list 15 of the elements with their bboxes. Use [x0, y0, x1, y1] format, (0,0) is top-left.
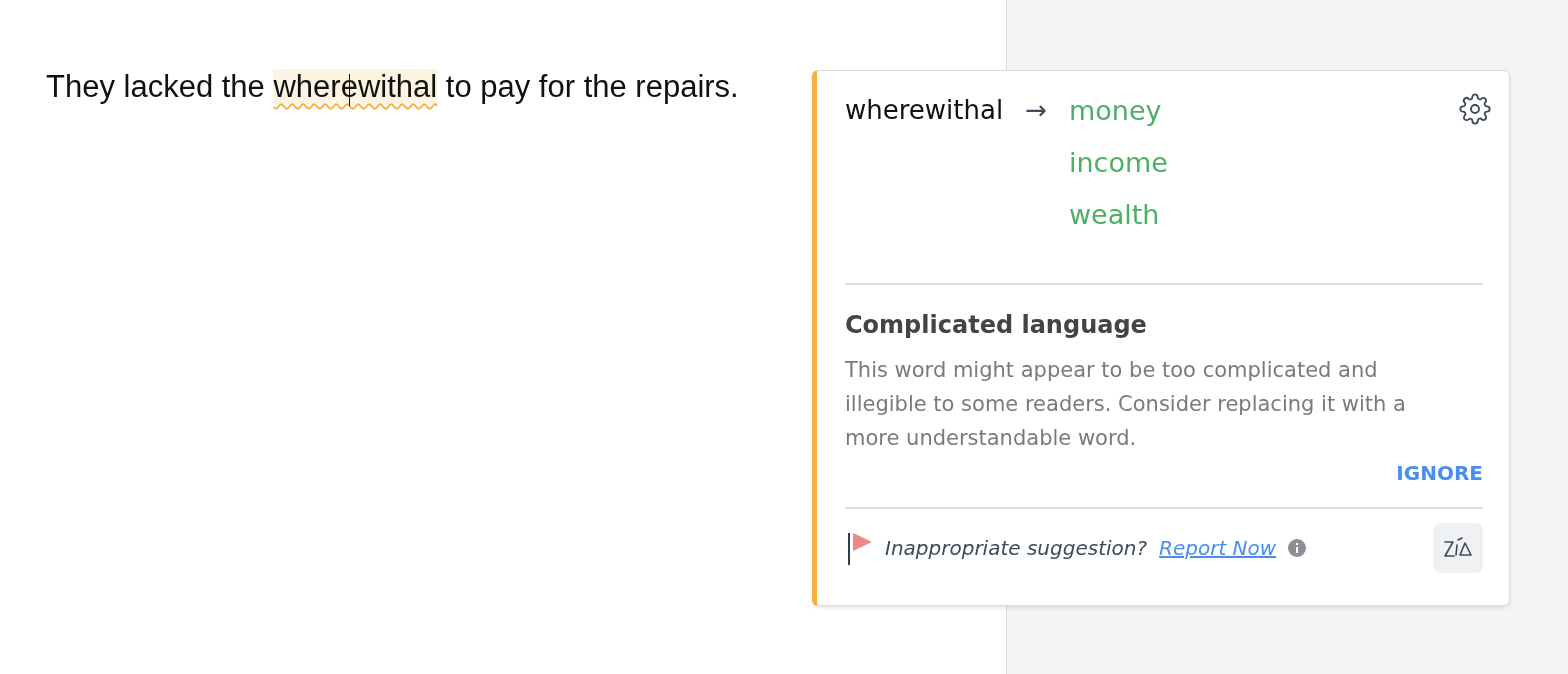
report-link[interactable]: Report Now — [1159, 536, 1277, 560]
settings-icon[interactable] — [1459, 93, 1491, 125]
replacement-option[interactable]: money — [1068, 93, 1162, 129]
original-word: wherewithal — [845, 95, 1004, 125]
ignore-button[interactable]: IGNORE — [1396, 461, 1483, 485]
report-prompt: Inappropriate suggestion? — [885, 536, 1148, 560]
signature-icon — [1442, 536, 1474, 560]
arrow-text: → — [1025, 95, 1047, 125]
issue-title: Complicated language — [845, 311, 1148, 339]
replacement-option[interactable]: income — [1068, 145, 1168, 181]
flag-icon — [847, 531, 873, 565]
info-icon[interactable] — [1288, 539, 1307, 557]
issue-description: This word might appear to be too complicated and illegible to some readers. Consider replacing it with a more understandable word. — [845, 357, 1407, 452]
replacement-option[interactable]: wealth — [1068, 197, 1160, 233]
assistant-button[interactable] — [1433, 523, 1483, 573]
